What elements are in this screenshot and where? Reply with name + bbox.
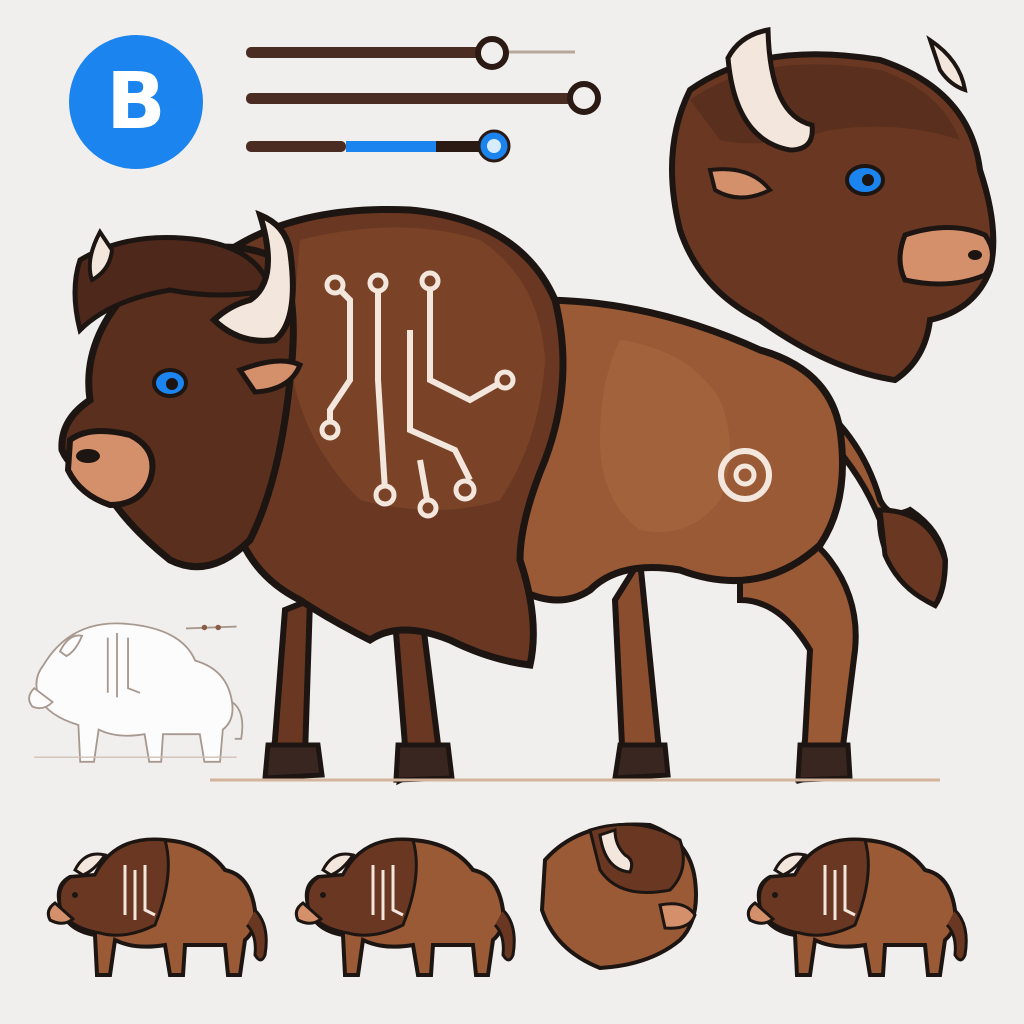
slider-2-thumb — [567, 81, 601, 115]
bison-concept-sheet: B — [0, 0, 1024, 1024]
bison-variant-3-head — [539, 822, 698, 971]
bison-variant-2 — [294, 837, 517, 977]
bison-sketch — [28, 622, 244, 763]
slider-control-1[interactable] — [246, 36, 575, 70]
slider-1-thumb — [475, 36, 509, 70]
slider-control-3[interactable] — [246, 129, 511, 163]
bison-variant-4 — [746, 837, 969, 977]
bison-head-closeup — [669, 27, 997, 384]
bison-variant-1 — [46, 837, 269, 977]
slider-control-2[interactable] — [246, 81, 601, 115]
illustration-canvas — [28, 27, 997, 977]
